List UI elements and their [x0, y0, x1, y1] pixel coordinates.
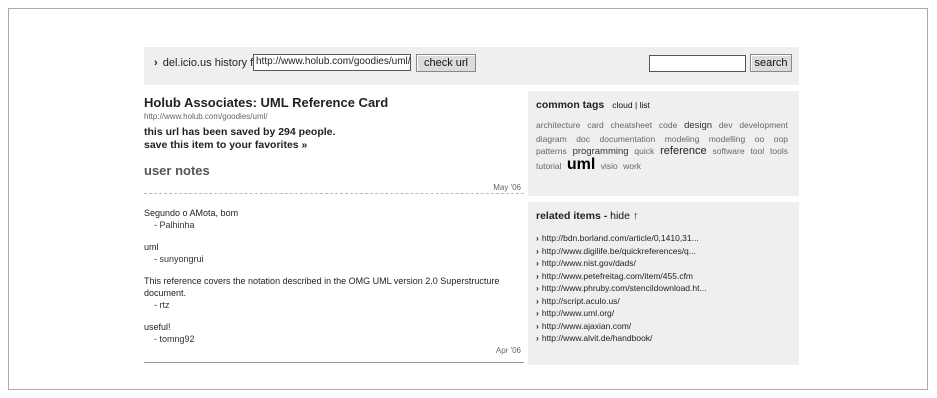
tag-card[interactable]: card — [587, 120, 604, 130]
tag-modelling[interactable]: modelling — [709, 134, 745, 144]
related-items-panel: related items - hide ↑ › http://bdn.borla… — [528, 202, 799, 365]
arrow-icon: › — [536, 270, 539, 281]
date-label: May '06 — [493, 183, 521, 192]
note-author[interactable]: - tomng92 — [144, 333, 522, 345]
arrow-icon: › — [536, 308, 539, 318]
tag-architecture[interactable]: architecture — [536, 120, 580, 130]
tag-oo[interactable]: oo — [755, 134, 764, 144]
arrow-icon: › — [536, 283, 539, 293]
related-item-link[interactable]: http://www.nist.gov/dads/ — [542, 258, 636, 268]
related-item-link[interactable]: http://www.uml.org/ — [542, 308, 614, 318]
tag-dev[interactable]: dev — [719, 120, 733, 130]
note-item: uml - sunyongrui — [144, 241, 522, 265]
note-item: useful! - tomng92 — [144, 321, 522, 345]
arrow-icon: › — [536, 233, 539, 243]
tag-design[interactable]: design — [684, 120, 712, 131]
related-item-link[interactable]: http://www.petefreitag.com/item/455.cfm — [542, 271, 693, 281]
related-items-list: › http://bdn.borland.com/article/0,1410,3… — [536, 232, 791, 345]
search-button[interactable]: search — [750, 54, 792, 72]
related-item-link[interactable]: http://www.ajaxian.com/ — [542, 321, 631, 331]
note-item: Segundo o AMota, bom - Palhinha — [144, 207, 522, 231]
related-item: › http://www.phruby.com/stencildownload.h… — [536, 282, 791, 295]
hide-link[interactable]: hide ↑ — [610, 210, 638, 222]
date-label: Apr '06 — [495, 346, 521, 355]
tag-quick[interactable]: quick — [634, 146, 654, 156]
divider — [144, 193, 524, 194]
tag-patterns[interactable]: patterns — [536, 146, 567, 156]
notes-list: Segundo o AMota, bom - Palhinha uml - sunyo… — [144, 207, 522, 355]
tag-software[interactable]: software — [712, 146, 744, 156]
arrow-icon: › — [536, 258, 539, 268]
note-text: uml — [144, 242, 159, 252]
history-label: › del.icio.us history for — [154, 57, 263, 69]
tag-cloud: architecture card cheatsheet code design… — [536, 119, 791, 172]
tag-uml[interactable]: uml — [567, 156, 595, 173]
note-text: This reference covers the notation descr… — [144, 276, 500, 298]
cloud-list-toggle[interactable]: cloud | list — [612, 100, 650, 110]
search-input[interactable] — [649, 55, 746, 72]
related-item: › http://bdn.borland.com/article/0,1410,3… — [536, 232, 791, 245]
note-author[interactable]: - Palhinha — [144, 219, 522, 231]
note-text: useful! — [144, 322, 171, 332]
arrow-icon: › — [536, 245, 539, 256]
tag-development[interactable]: development — [739, 120, 788, 130]
arrow-icon: › — [536, 295, 539, 306]
tag-visio[interactable]: visio — [601, 161, 618, 171]
note-author[interactable]: - sunyongrui — [144, 253, 522, 265]
page-url: http://www.holub.com/goodies/uml/ — [144, 112, 268, 121]
tag-cheatsheet[interactable]: cheatsheet — [611, 120, 653, 130]
arrow-icon: › — [536, 320, 539, 331]
common-tags-heading: common tags — [536, 99, 605, 111]
note-text: Segundo o AMota, bom — [144, 208, 239, 218]
related-item: › http://www.uml.org/ — [536, 307, 791, 320]
tag-tool[interactable]: tool — [750, 146, 764, 156]
arrow-icon: › — [154, 57, 158, 69]
tag-modeling[interactable]: modeling — [665, 134, 700, 144]
related-item: › http://www.petefreitag.com/item/455.cfm — [536, 270, 791, 283]
user-notes-heading: user notes — [144, 163, 210, 178]
note-item: This reference covers the notation descr… — [144, 275, 522, 311]
history-label-text: del.icio.us history for — [162, 57, 263, 69]
common-tags-panel: common tags cloud | list architecture car… — [528, 91, 799, 196]
related-item-link[interactable]: http://script.aculo.us/ — [542, 296, 620, 306]
saved-count-text[interactable]: this url has been saved by 294 people. — [144, 126, 335, 138]
tag-work[interactable]: work — [623, 161, 641, 171]
tag-tools[interactable]: tools — [770, 146, 788, 156]
tag-reference[interactable]: reference — [660, 145, 706, 157]
save-favorites-link[interactable]: save this item to your favorites » — [144, 139, 307, 151]
history-toolbar: › del.icio.us history for http://www.hol… — [144, 47, 799, 85]
related-item: › http://script.aculo.us/ — [536, 295, 791, 308]
tag-oop[interactable]: oop — [774, 134, 788, 144]
related-item-link[interactable]: http://bdn.borland.com/article/0,1410,31… — [542, 233, 699, 243]
related-item: › http://www.digilife.be/quickreferences/… — [536, 245, 791, 258]
related-items-heading: related items - — [536, 210, 608, 222]
related-item: › http://www.alvit.de/handbook/ — [536, 332, 791, 345]
url-input[interactable]: http://www.holub.com/goodies/uml/ — [253, 54, 411, 71]
tag-doc[interactable]: doc — [576, 134, 590, 144]
arrow-icon: › — [536, 333, 539, 343]
related-item: › http://www.nist.gov/dads/ — [536, 257, 791, 270]
tag-code[interactable]: code — [659, 120, 677, 130]
note-author[interactable]: - rtz — [144, 299, 522, 311]
tag-tutorial[interactable]: tutorial — [536, 161, 562, 171]
tag-documentation[interactable]: documentation — [600, 134, 656, 144]
page-title[interactable]: Holub Associates: UML Reference Card — [144, 95, 388, 110]
related-item-link[interactable]: http://www.digilife.be/quickreferences/q… — [542, 246, 696, 256]
related-item: › http://www.ajaxian.com/ — [536, 320, 791, 333]
related-item-link[interactable]: http://www.alvit.de/handbook/ — [542, 333, 653, 343]
check-url-button[interactable]: check url — [416, 54, 476, 72]
related-item-link[interactable]: http://www.phruby.com/stencildownload.ht… — [542, 283, 707, 293]
divider — [144, 362, 524, 363]
tag-diagram[interactable]: diagram — [536, 134, 567, 144]
